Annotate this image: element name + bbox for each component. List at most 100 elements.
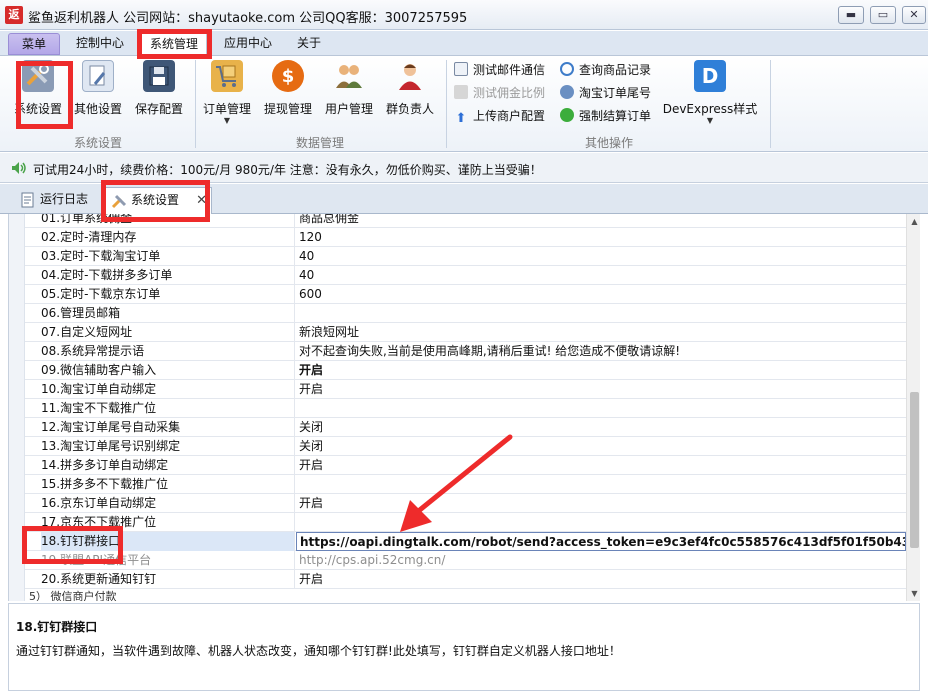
setting-name: 06.管理员邮箱 [41, 304, 295, 323]
setting-value[interactable]: 对不起查询失败,当前是使用高峰期,请稍后重试! 给您造成不便敬请谅解! [296, 342, 906, 361]
test-commission-button[interactable]: 测试佣金比例 [454, 83, 545, 103]
setting-value[interactable]: 开启 [296, 380, 906, 399]
speaker-icon [12, 162, 26, 174]
ribbon-panel: 系统设置 其他设置 保存配置 系统设置 订单管理 ▼ $ 提现管理 用户管理 群… [0, 55, 928, 152]
group-owner-button[interactable]: 群负责人 [384, 60, 436, 132]
setting-name: 05.定时-下载京东订单 [41, 285, 295, 304]
setting-value[interactable]: 120 [296, 228, 906, 247]
settings-row[interactable]: 11.淘宝不下载推广位 [25, 399, 906, 418]
cart-icon [211, 60, 243, 92]
setting-name: 02.定时-清理内存 [41, 228, 295, 247]
maximize-button[interactable]: ▭ [870, 6, 896, 24]
settings-row[interactable]: 07.自定义短网址 新浪短网址 [25, 323, 906, 342]
setting-value[interactable] [296, 304, 906, 323]
settings-row[interactable]: 18.钉钉群接口 https://oapi.dingtalk.com/robot/… [25, 532, 906, 551]
grid-scrollbar[interactable]: ▲ ▼ [906, 214, 920, 601]
setting-value[interactable]: 40 [296, 247, 906, 266]
setting-value[interactable]: 40 [296, 266, 906, 285]
annotation-box-system-settings [16, 61, 73, 129]
dropdown-arrow-icon: ▼ [223, 116, 231, 125]
upload-merchant-button[interactable]: ⬆ 上传商户配置 [454, 106, 545, 126]
tab-about[interactable]: 关于 [289, 33, 329, 55]
annotation-box-dingtalk-row [22, 526, 123, 564]
settings-row[interactable]: 13.淘宝订单尾号识别绑定 关闭 [25, 437, 906, 456]
minimize-button[interactable]: ▬ [838, 6, 864, 24]
settings-row[interactable]: 02.定时-清理内存 120 [25, 228, 906, 247]
setting-name: 03.定时-下载淘宝订单 [41, 247, 295, 266]
dropdown-arrow-icon: ▼ [706, 116, 714, 125]
database-icon [454, 85, 468, 99]
settings-row[interactable]: 16.京东订单自动绑定 开启 [25, 494, 906, 513]
person-icon [394, 60, 426, 92]
notice-bar: 可试用24小时，续费价格：100元/月 980元/年 注意：没有永久，勿低价购买… [0, 153, 928, 183]
settings-row[interactable]: 12.淘宝订单尾号自动采集 关闭 [25, 418, 906, 437]
tab-menu[interactable]: 菜单 [8, 33, 60, 55]
scroll-up-icon[interactable]: ▲ [907, 214, 920, 229]
group-label-other: 其他操作 [584, 136, 633, 150]
settings-row[interactable]: 15.拼多多不下载推广位 [25, 475, 906, 494]
setting-value[interactable]: 600 [296, 285, 906, 304]
save-config-button[interactable]: 保存配置 [130, 60, 188, 132]
settings-row[interactable]: 17.京东不下载推广位 [25, 513, 906, 532]
setting-value[interactable]: 关闭 [296, 418, 906, 437]
tab-run-log[interactable]: 运行日志 [14, 187, 102, 214]
annotation-box-system-tab [137, 29, 212, 59]
setting-value[interactable] [296, 399, 906, 418]
setting-value[interactable]: https://oapi.dingtalk.com/robot/send?acc… [296, 532, 906, 551]
order-manage-button[interactable]: 订单管理 ▼ [200, 60, 254, 132]
settings-property-grid[interactable]: 01.订单系统佣金 商品总佣金 02.定时-清理内存 120 03.定时-下载淘宝订单 4… [8, 214, 920, 601]
upload-arrow-icon: ⬆ [455, 111, 467, 126]
setting-value[interactable] [296, 513, 906, 532]
settings-row[interactable]: 05.定时-下载京东订单 600 [25, 285, 906, 304]
magnifier-icon [560, 62, 574, 76]
setting-name: 08.系统异常提示语 [41, 342, 295, 361]
description-title: 18.钉钉群接口 [16, 620, 98, 634]
taobao-tail-button[interactable]: 淘宝订单尾号 [560, 83, 651, 103]
window-title: 鲨鱼返利机器人 公司网站：shayutaoke.com 公司QQ客服：30072… [28, 11, 468, 26]
settings-row[interactable]: 20.系统更新通知钉钉 开启 [25, 570, 906, 589]
scroll-thumb[interactable] [910, 392, 919, 548]
settings-row[interactable]: 04.定时-下载拼多多订单 40 [25, 266, 906, 285]
floppy-disk-icon [143, 60, 175, 92]
query-goods-button[interactable]: 查询商品记录 [560, 60, 651, 80]
settings-row[interactable]: 09.微信辅助客户输入 开启 [25, 361, 906, 380]
setting-name: 04.定时-下载拼多多订单 [41, 266, 295, 285]
ribbon-separator [195, 60, 196, 148]
description-body: 通过钉钉群通知，当软件遇到故障、机器人状态改变，通知哪个钉钉群!此处填写，钉钉群… [16, 644, 621, 658]
setting-value[interactable]: 开启 [296, 570, 906, 589]
setting-value[interactable] [296, 475, 906, 494]
tab-app-center[interactable]: 应用中心 [216, 33, 280, 55]
setting-value[interactable]: 开启 [296, 494, 906, 513]
setting-name: 09.微信辅助客户输入 [41, 361, 295, 380]
tab-control-center[interactable]: 控制中心 [68, 33, 132, 55]
settings-row[interactable]: 03.定时-下载淘宝订单 40 [25, 247, 906, 266]
setting-value[interactable]: 关闭 [296, 437, 906, 456]
log-document-icon [21, 192, 34, 208]
setting-name: 12.淘宝订单尾号自动采集 [41, 418, 295, 437]
settings-row[interactable]: 10.淘宝订单自动绑定 开启 [25, 380, 906, 399]
settings-row[interactable]: 06.管理员邮箱 [25, 304, 906, 323]
settings-row[interactable]: 19.联盟API通信平台 http://cps.api.52cmg.cn/ [25, 551, 906, 570]
other-settings-button[interactable]: 其他设置 [72, 60, 124, 132]
app-logo-icon: 返 [5, 6, 23, 24]
category-row[interactable]: 5） 微信商户付款 [25, 591, 906, 602]
test-mail-button[interactable]: 测试邮件通信 [454, 60, 545, 80]
users-icon [333, 60, 365, 92]
scroll-down-icon[interactable]: ▼ [907, 586, 920, 601]
setting-value[interactable]: http://cps.api.52cmg.cn/ [296, 551, 906, 570]
force-settle-button[interactable]: 强制结算订单 [560, 106, 651, 126]
withdraw-manage-button[interactable]: $ 提现管理 [260, 60, 316, 132]
user-manage-button[interactable]: 用户管理 [322, 60, 376, 132]
settings-row[interactable]: 08.系统异常提示语 对不起查询失败,当前是使用高峰期,请稍后重试! 给您造成不便… [25, 342, 906, 361]
setting-value[interactable]: 开启 [296, 456, 906, 475]
mail-icon [454, 62, 468, 76]
close-button[interactable]: ✕ [902, 6, 926, 24]
devexpress-style-button[interactable]: D DevExpress样式 ▼ [662, 60, 758, 132]
setting-name: 07.自定义短网址 [41, 323, 295, 342]
setting-value[interactable]: 商品总佣金 [296, 214, 906, 228]
document-wrench-icon [82, 60, 114, 92]
setting-value[interactable]: 新浪短网址 [296, 323, 906, 342]
settings-row[interactable]: 14.拼多多订单自动绑定 开启 [25, 456, 906, 475]
setting-value[interactable]: 开启 [296, 361, 906, 380]
setting-name: 16.京东订单自动绑定 [41, 494, 295, 513]
